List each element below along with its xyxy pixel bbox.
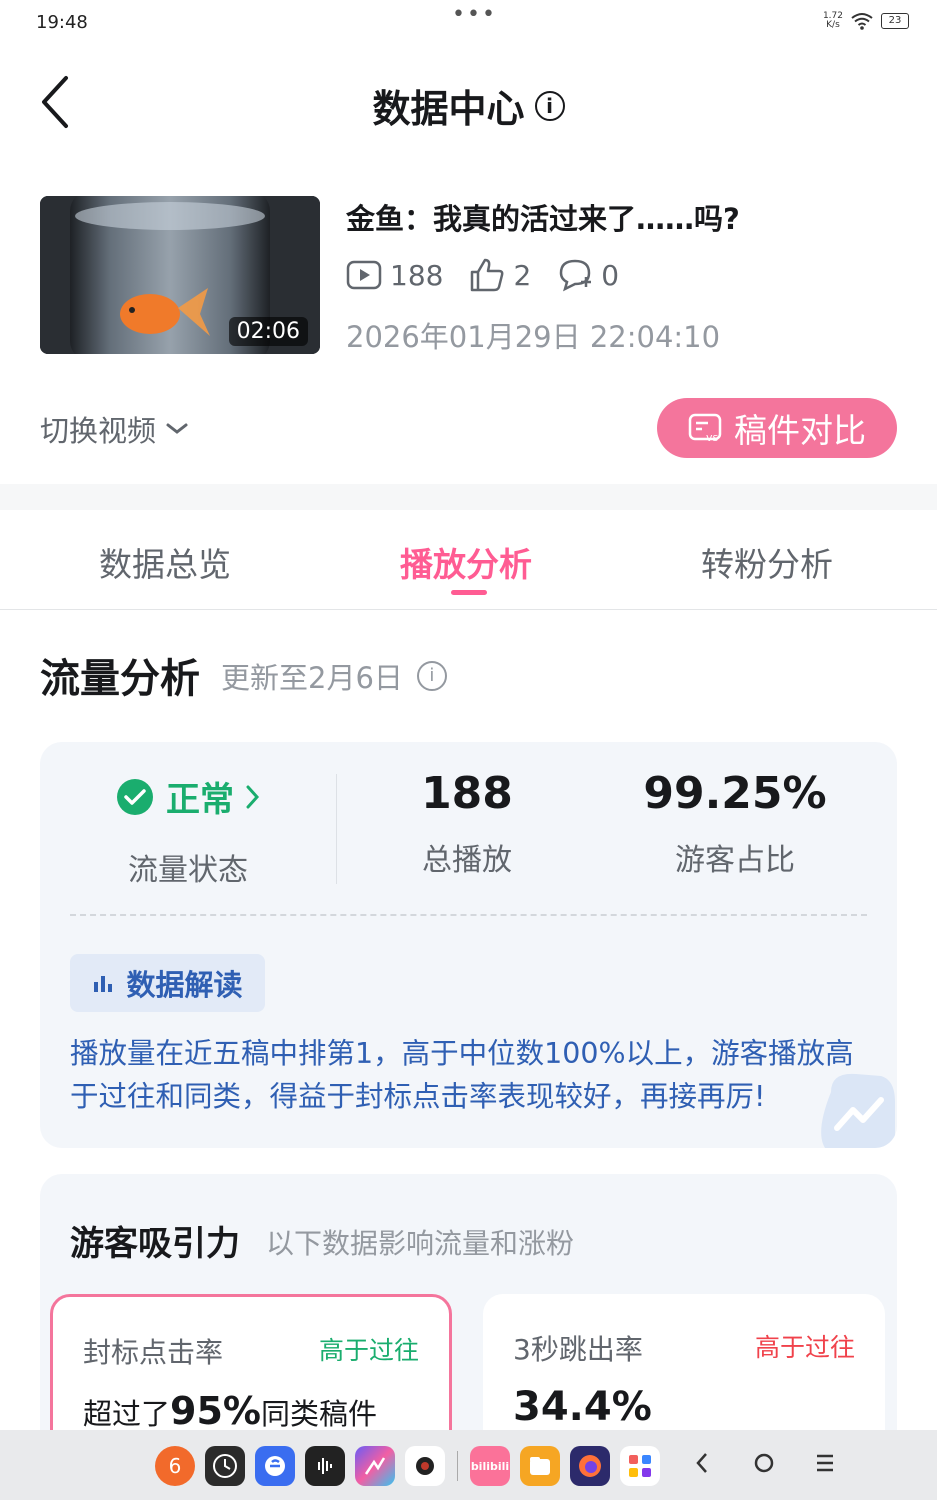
guest-attraction-subtitle: 以下数据影响流量和涨粉: [266, 1227, 575, 1260]
total-plays-value: 188: [421, 768, 513, 819]
status-time: 19:48: [36, 12, 88, 33]
nav-back-icon[interactable]: [692, 1448, 712, 1478]
more-dots[interactable]: •••: [452, 2, 497, 27]
updated-text: 更新至2月6日: [221, 661, 403, 695]
guest-attraction-card: 游客吸引力 以下数据影响流量和涨粉 封标点击率 高于过往 超过了95%同类稿件 …: [40, 1174, 897, 1474]
flow-status-label: 流量状态: [128, 853, 248, 888]
bilibili-app-icon[interactable]: bilibili: [470, 1446, 510, 1486]
like-count: 2: [513, 258, 532, 292]
section-separator: [0, 484, 937, 510]
tab-fan-analysis[interactable]: 转粉分析: [701, 538, 833, 586]
play-count: 188: [390, 258, 444, 292]
status-icons: 1.72 K/s 23: [823, 12, 909, 30]
total-plays-label: 总播放: [422, 843, 512, 878]
nav-home-icon[interactable]: [752, 1448, 776, 1478]
compare-button[interactable]: vs 稿件对比: [657, 398, 897, 458]
app-dock: 6 bilibili: [155, 1446, 660, 1486]
info-icon[interactable]: i: [534, 90, 565, 121]
battery-icon: 23: [881, 13, 909, 29]
chevron-down-icon: [166, 423, 188, 434]
interpretation-badge-label: 数据解读: [126, 968, 243, 1002]
active-tab-indicator: [451, 590, 487, 595]
switch-video-label: 切换视频: [40, 414, 157, 448]
files-app-icon[interactable]: [520, 1446, 560, 1486]
clock-app-icon[interactable]: [205, 1446, 245, 1486]
bounce-rate-label: 3秒跳出率: [513, 1333, 643, 1366]
flow-status-block[interactable]: 正常 流量状态: [40, 772, 336, 889]
nav-menu-icon[interactable]: [814, 1448, 836, 1478]
publish-date: 2026年01月29日 22:04:10: [346, 320, 721, 354]
notification-badge-app[interactable]: 6: [155, 1446, 195, 1486]
trend-decoration-icon: [821, 1073, 895, 1148]
network-speed: 1.72 K/s: [822, 11, 843, 30]
guest-ratio-value: 99.25%: [643, 768, 827, 819]
data-interpretation-badge: 数据解读: [70, 954, 265, 1012]
ctr-tag: 高于过往: [318, 1336, 419, 1365]
wifi-icon: [851, 13, 873, 30]
flow-analysis-title: 流量分析: [40, 656, 200, 702]
ctr-value: 超过了95%同类稿件: [83, 1389, 377, 1433]
tab-play-analysis[interactable]: 播放分析: [400, 538, 532, 586]
compare-icon: vs: [688, 413, 722, 444]
system-nav-bar: 6 bilibili: [0, 1430, 937, 1500]
camera-app-icon[interactable]: [405, 1446, 445, 1486]
chevron-right-icon: [246, 785, 260, 808]
page-title: 数据中心: [372, 87, 525, 131]
info-icon[interactable]: i: [416, 661, 447, 691]
dashed-divider: [70, 914, 867, 916]
tabs-divider: [0, 609, 937, 610]
browser-app-icon[interactable]: [255, 1446, 295, 1486]
tab-overview[interactable]: 数据总览: [99, 538, 231, 586]
video-thumbnail[interactable]: 02:06: [40, 196, 320, 354]
comment-count: 0: [601, 258, 620, 292]
check-circle-icon: [117, 778, 153, 815]
gallery-app-icon[interactable]: [355, 1446, 395, 1486]
flow-summary-card: 正常 流量状态 188 总播放 99.25% 游客占比 数据解读 播放量在近五稿…: [40, 742, 897, 1148]
video-title: 金鱼：我真的活过来了……吗?: [346, 202, 740, 236]
video-stats: 188 2 0: [346, 258, 645, 292]
dock-separator: [457, 1451, 458, 1481]
comment-icon: [560, 259, 592, 292]
ctr-label: 封标点击率: [83, 1336, 224, 1369]
play-count-icon: [346, 260, 382, 290]
compare-label: 稿件对比: [734, 411, 866, 450]
guest-ratio-label: 游客占比: [675, 843, 795, 878]
app-drawer-icon[interactable]: [620, 1446, 660, 1486]
flow-updated: 更新至2月6日 i: [221, 655, 447, 697]
bounce-rate-value: 34.4%: [513, 1384, 652, 1430]
total-plays-block: 188 总播放: [337, 768, 597, 879]
like-icon: [471, 258, 504, 292]
guest-attraction-title: 游客吸引力: [70, 1224, 240, 1264]
switch-video-button[interactable]: 切换视频: [40, 408, 188, 450]
svg-text:vs: vs: [706, 431, 719, 444]
interpretation-text: 播放量在近五稿中排第1，高于中位数100%以上，游客播放高于过往和同类，得益于封…: [70, 1037, 854, 1113]
recorder-app-icon[interactable]: [305, 1446, 345, 1486]
guest-ratio-block: 99.25% 游客占比: [600, 768, 870, 879]
bounce-rate-tag: 高于过往: [754, 1333, 855, 1362]
bar-chart-icon: [94, 976, 113, 992]
firefox-app-icon[interactable]: [570, 1446, 610, 1486]
video-duration: 02:06: [228, 317, 308, 346]
flow-status-value: 正常: [166, 780, 234, 820]
